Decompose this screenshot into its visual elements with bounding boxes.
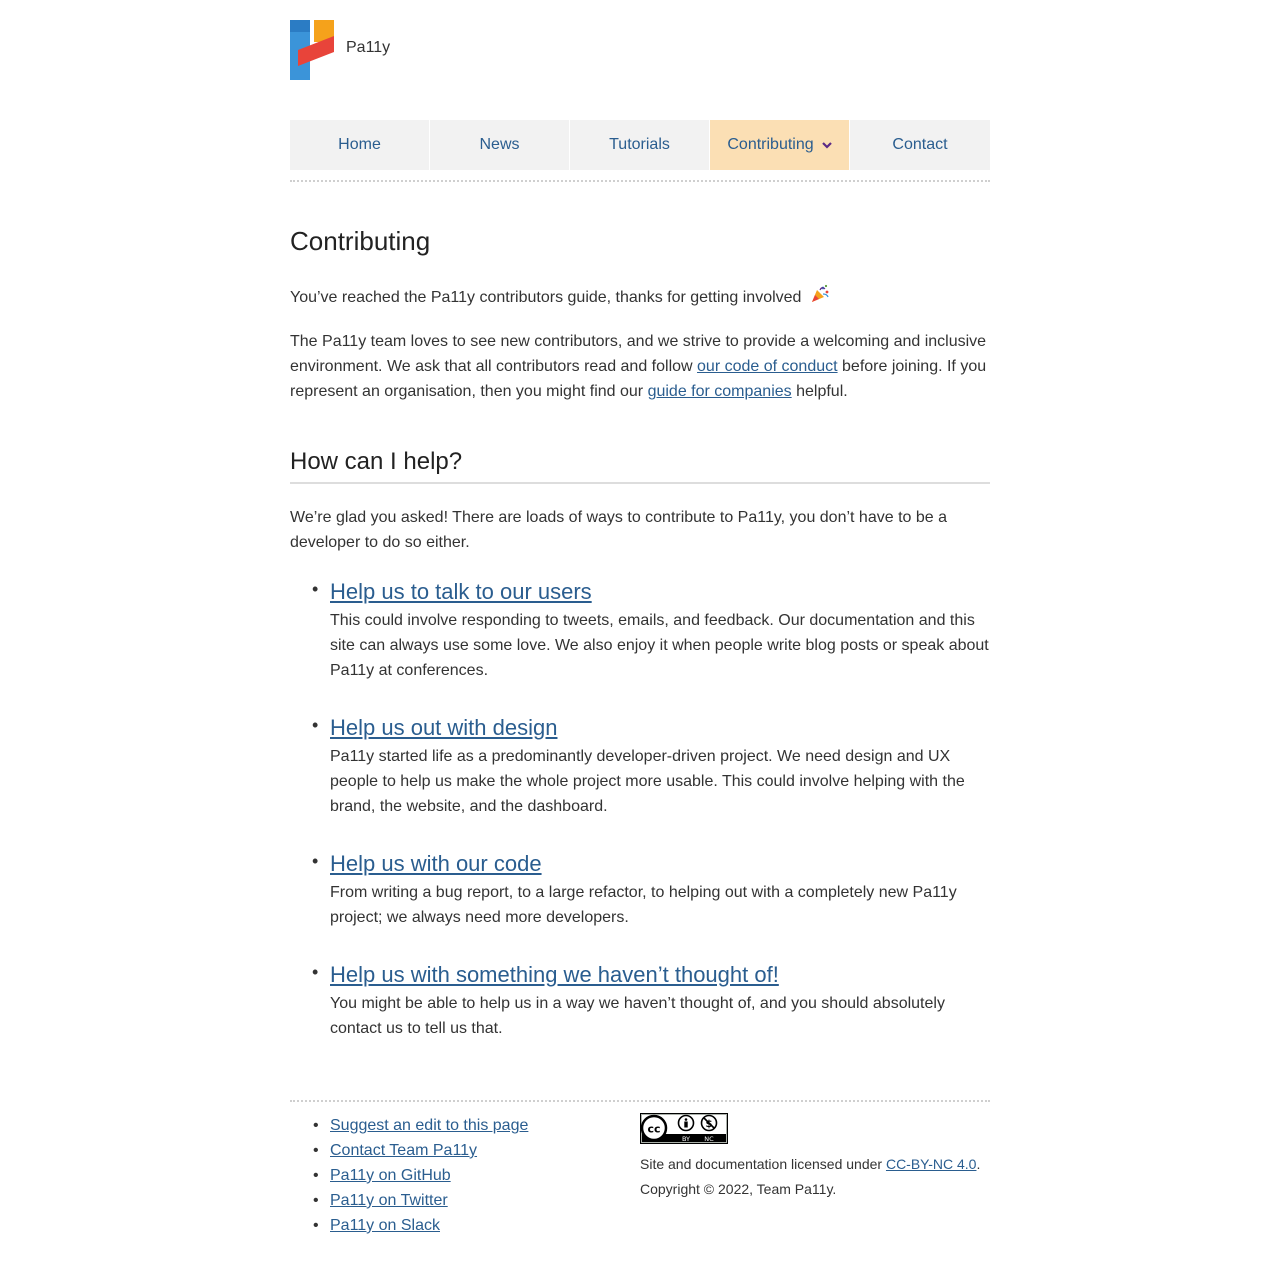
help-description: This could involve responding to tweets,… <box>330 612 989 679</box>
nav-item-label: Contact <box>892 136 948 153</box>
help-description: From writing a bug report, to a large re… <box>330 884 957 926</box>
cc-license-badge-icon[interactable]: cc $ BY NC <box>640 1113 728 1144</box>
footer-link-slack[interactable]: Pa11y on Slack <box>330 1217 440 1234</box>
footer-link-github[interactable]: Pa11y on GitHub <box>330 1167 451 1184</box>
license-text: Site and documentation licensed under <box>640 1156 886 1172</box>
copyright-text: Copyright © 2022, Team Pa11y. <box>640 1181 837 1197</box>
pa11y-logo-icon <box>290 20 334 80</box>
help-link-code[interactable]: Help us with our code <box>330 848 990 880</box>
license-link[interactable]: CC-BY-NC 4.0 <box>886 1156 977 1172</box>
welcome-text-3: helpful. <box>791 383 848 400</box>
list-item: Help us out with design Pa11y started li… <box>290 712 990 819</box>
help-list: Help us to talk to our users This could … <box>290 576 990 1070</box>
list-item: Contact Team Pa11y <box>290 1138 528 1163</box>
intro-text: You’ve reached the Pa11y contributors gu… <box>290 289 802 306</box>
license-end: . <box>976 1156 981 1172</box>
footer-divider <box>290 1100 990 1102</box>
code-of-conduct-link[interactable]: our code of conduct <box>697 358 838 375</box>
list-item: Help us with something we haven’t though… <box>290 959 990 1041</box>
intro-paragraph: You’ve reached the Pa11y contributors gu… <box>290 284 990 310</box>
nav-divider <box>290 180 990 182</box>
list-item: Pa11y on Twitter <box>290 1188 528 1213</box>
list-item: Pa11y on GitHub <box>290 1163 528 1188</box>
svg-text:cc: cc <box>647 1123 660 1136</box>
license-line: Site and documentation licensed under CC… <box>640 1152 1000 1177</box>
list-item: Suggest an edit to this page <box>290 1113 528 1138</box>
section-intro: We’re glad you asked! There are loads of… <box>290 509 947 551</box>
help-link-talk-to-users[interactable]: Help us to talk to our users <box>330 576 990 608</box>
nav-item-label: Home <box>338 136 381 153</box>
list-item: Pa11y on Slack <box>290 1213 528 1238</box>
nav-item-label: News <box>479 136 520 153</box>
nav-item-home[interactable]: Home <box>290 120 429 170</box>
nav-item-tutorials[interactable]: Tutorials <box>570 120 709 170</box>
site-logo-link[interactable] <box>290 20 334 80</box>
page-title: Contributing <box>290 226 431 256</box>
help-description: Pa11y started life as a predominantly de… <box>330 748 965 815</box>
site-name: Pa11y <box>346 39 391 56</box>
nav-item-news[interactable]: News <box>430 120 569 170</box>
main-nav: Home News Tutorials Contributing Contact <box>290 120 990 170</box>
cc-nc-label: NC <box>704 1135 714 1143</box>
nav-item-label: Contributing <box>727 136 814 153</box>
guide-for-companies-link[interactable]: guide for companies <box>648 383 792 400</box>
footer-link-contact[interactable]: Contact Team Pa11y <box>330 1142 477 1159</box>
footer-link-twitter[interactable]: Pa11y on Twitter <box>330 1192 448 1209</box>
chevron-down-icon <box>821 142 832 149</box>
help-link-something-else[interactable]: Help us with something we haven’t though… <box>330 959 990 991</box>
section-heading-how-can-i-help: How can I help? <box>290 448 990 484</box>
license-info: Site and documentation licensed under CC… <box>640 1152 1000 1202</box>
list-item: Help us to talk to our users This could … <box>290 576 990 683</box>
party-popper-icon <box>811 284 829 302</box>
help-link-design[interactable]: Help us out with design <box>330 712 990 744</box>
footer-link-suggest-edit[interactable]: Suggest an edit to this page <box>330 1117 528 1134</box>
welcome-paragraph: The Pa11y team loves to see new contribu… <box>290 329 990 404</box>
list-item: Help us with our code From writing a bug… <box>290 848 990 930</box>
nav-item-contributing[interactable]: Contributing <box>710 120 849 170</box>
nav-item-contact[interactable]: Contact <box>850 120 990 170</box>
help-description: You might be able to help us in a way we… <box>330 995 945 1037</box>
cc-by-label: BY <box>682 1135 690 1143</box>
footer-links: Suggest an edit to this page Contact Tea… <box>290 1113 528 1238</box>
nav-item-label: Tutorials <box>609 136 670 153</box>
